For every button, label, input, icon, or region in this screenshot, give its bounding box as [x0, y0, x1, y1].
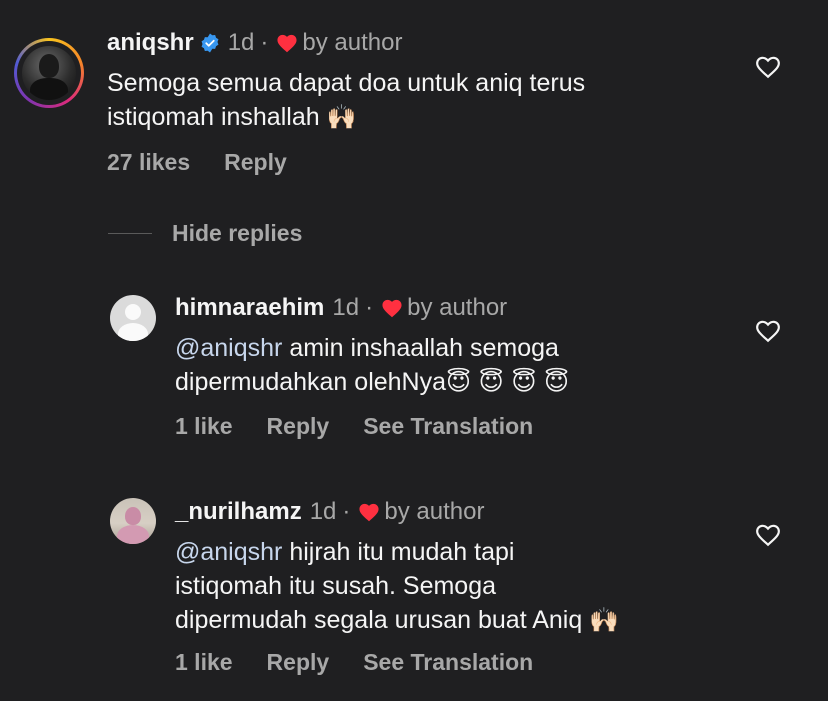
hide-replies-button[interactable]: Hide replies — [172, 220, 302, 247]
reply-button[interactable]: Reply — [224, 149, 287, 176]
smiling-face-with-halo-emoji: 😇 😇 😇 😇 — [446, 368, 569, 396]
comment-text: @aniqshr hijrah itu mudah tapi istiqomah… — [175, 535, 619, 637]
comment-line: @aniqshr hijrah itu mudah tapi — [175, 535, 619, 569]
see-translation-button[interactable]: See Translation — [363, 649, 533, 676]
verified-badge-icon — [201, 33, 219, 53]
comment-line: istiqomah itu susah. Semoga — [175, 572, 497, 600]
comment-line: dipermudah segala urusan buat Aniq 🙌🏻 — [175, 603, 619, 637]
separator-dot: · — [342, 498, 351, 525]
comment-header: _nurilhamz 1d · by author — [175, 498, 484, 526]
heart-outline-icon[interactable] — [755, 55, 781, 79]
separator-dot: · — [260, 29, 269, 56]
heart-filled-icon — [359, 503, 379, 522]
comment-actions: 1 like Reply See Translation — [175, 413, 567, 440]
avatar[interactable] — [110, 295, 156, 341]
comment-text: @aniqshr amin inshaallah semoga dipermud… — [175, 331, 569, 399]
comment-actions: 27 likes Reply — [107, 149, 321, 176]
see-translation-button[interactable]: See Translation — [363, 413, 533, 440]
comment-line-text: istiqomah inshallah — [107, 103, 320, 131]
timestamp: 1d — [309, 498, 337, 525]
mention-link[interactable]: @aniqshr — [175, 538, 282, 566]
username[interactable]: aniqshr — [107, 29, 194, 57]
username[interactable]: _nurilhamz — [175, 498, 302, 526]
comment-line: @aniqshr amin inshaallah semoga — [175, 331, 569, 365]
heart-filled-icon — [277, 34, 297, 53]
raised-hands-emoji: 🙌🏻 — [326, 103, 357, 131]
comment-line: Semoga semua dapat doa untuk aniq terus — [107, 69, 586, 97]
timestamp: 1d — [227, 29, 255, 56]
liked-by-author-label: by author — [302, 29, 403, 56]
divider-line — [108, 233, 152, 234]
comment-line: istiqomah inshallah 🙌🏻 — [107, 100, 585, 134]
comment-line-text: hijrah itu mudah tapi — [282, 538, 515, 566]
heart-filled-icon — [382, 299, 402, 318]
likes-count-link[interactable]: 1 like — [175, 649, 233, 676]
comment-line-text: dipermudah segala urusan buat Aniq — [175, 606, 583, 634]
heart-outline-icon[interactable] — [755, 319, 781, 343]
comment-actions: 1 like Reply See Translation — [175, 649, 567, 676]
hide-replies-row[interactable]: Hide replies — [108, 220, 302, 247]
avatar[interactable] — [110, 498, 156, 544]
timestamp: 1d — [332, 294, 360, 321]
comment-text: Semoga semua dapat doa untuk aniq terus … — [107, 66, 585, 134]
comment-line-text: dipermudahkan olehNya — [175, 368, 447, 396]
mention-link[interactable]: @aniqshr — [175, 334, 282, 362]
heart-outline-icon[interactable] — [755, 523, 781, 547]
liked-by-author-label: by author — [384, 498, 485, 525]
comment-line: dipermudahkan olehNya😇 😇 😇 😇 — [175, 365, 569, 399]
likes-count-link[interactable]: 27 likes — [107, 149, 190, 176]
avatar[interactable] — [22, 46, 76, 100]
comments-thread: aniqshr 1d · by author Semoga semua dapa… — [0, 0, 828, 701]
comment-header: aniqshr 1d · by author — [107, 29, 402, 57]
likes-count-link[interactable]: 1 like — [175, 413, 233, 440]
comment-line-text: amin inshaallah semoga — [282, 334, 559, 362]
reply-button[interactable]: Reply — [267, 649, 330, 676]
liked-by-author-label: by author — [407, 294, 508, 321]
raised-hands-emoji: 🙌🏻 — [589, 606, 620, 634]
separator-dot: · — [365, 294, 374, 321]
reply-button[interactable]: Reply — [267, 413, 330, 440]
comment-header: himnaraehim 1d · by author — [175, 294, 507, 322]
username[interactable]: himnaraehim — [175, 294, 324, 322]
